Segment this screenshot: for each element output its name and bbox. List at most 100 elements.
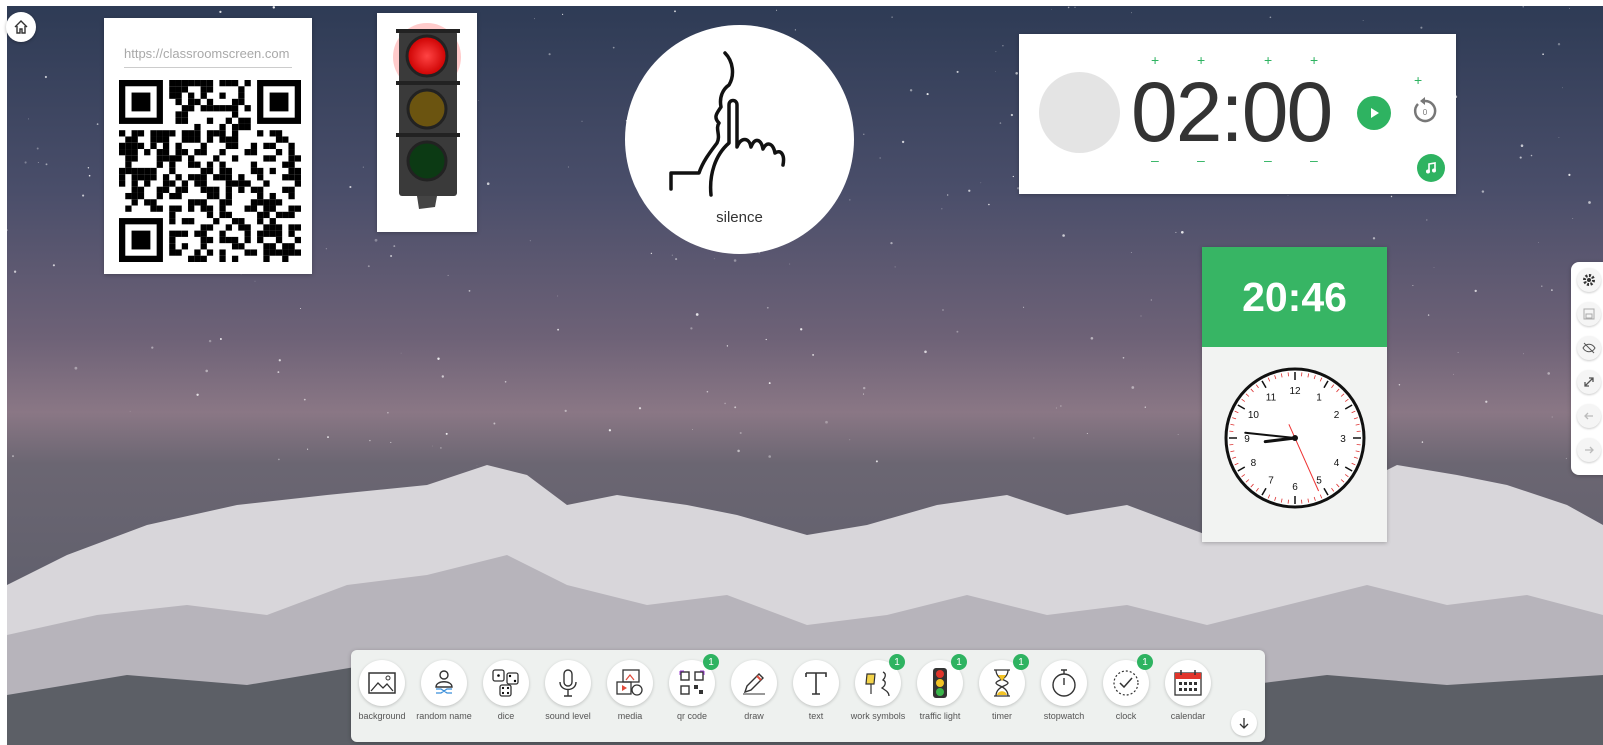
save-button[interactable] [1577, 302, 1601, 326]
star [28, 118, 29, 120]
digital-clock-display: 20:46 [1202, 247, 1387, 347]
tool-stopwatch[interactable]: stopwatch [1033, 660, 1095, 721]
star [440, 447, 442, 449]
clock-number: 6 [1292, 482, 1298, 493]
traffic-light-icon [933, 668, 947, 698]
tool-label: calendar [1170, 711, 1206, 721]
reset-plus[interactable]: + [1414, 72, 1422, 88]
star [45, 163, 48, 166]
star [87, 167, 90, 169]
home-button[interactable] [6, 12, 36, 42]
star [1551, 289, 1553, 291]
star [529, 240, 531, 242]
minutes-ones-minus[interactable]: – [1197, 152, 1205, 168]
star [1520, 144, 1524, 147]
hide-widgets-button[interactable] [1577, 336, 1601, 360]
star [1427, 314, 1430, 316]
tool-traffic-light[interactable]: 1 traffic light [909, 654, 971, 721]
traffic-light-widget[interactable] [377, 13, 477, 232]
tool-text[interactable]: text [785, 660, 847, 721]
tool-sound-level[interactable]: sound level [537, 660, 599, 721]
star [325, 248, 328, 250]
tool-clock[interactable]: 1 clock [1095, 654, 1157, 721]
star [909, 89, 913, 92]
star [776, 9, 778, 11]
star [766, 306, 769, 309]
star [1131, 386, 1135, 389]
star [1033, 437, 1035, 439]
star [557, 295, 559, 297]
star [789, 263, 791, 265]
undo-button[interactable] [1577, 404, 1601, 428]
redo-button[interactable] [1577, 438, 1601, 462]
star [638, 407, 642, 410]
seconds-ones-minus[interactable]: – [1310, 152, 1318, 168]
star [1565, 457, 1567, 460]
star [129, 410, 131, 412]
star [208, 339, 212, 343]
qr-url-field[interactable]: https://classroomscreen.com [124, 46, 292, 68]
star [1562, 87, 1563, 89]
calendar-icon [1174, 670, 1202, 696]
tool-work-symbols[interactable]: 1 work symbols [847, 654, 909, 721]
star [486, 182, 490, 185]
qr-code-widget[interactable]: https://classroomscreen.com [104, 18, 312, 274]
star [1588, 201, 1591, 204]
tool-qr-code[interactable]: 1 qr code [661, 654, 723, 721]
gear-icon [1583, 274, 1595, 286]
star [432, 445, 434, 447]
timer-play-button[interactable] [1357, 96, 1391, 130]
star [1433, 267, 1435, 268]
seconds-tens-minus[interactable]: – [1264, 152, 1272, 168]
star [1572, 218, 1574, 219]
star [82, 194, 85, 197]
collapse-toolbar-button[interactable] [1231, 710, 1257, 736]
arrow-down-icon [1239, 718, 1249, 729]
tool-calendar[interactable]: calendar [1157, 660, 1219, 721]
star [362, 166, 364, 168]
star [956, 70, 959, 73]
star [733, 259, 737, 262]
clock-number: 5 [1316, 476, 1322, 487]
timer-widget[interactable]: + + + + + 02:00 – – – – 0 [1019, 34, 1456, 194]
star [768, 455, 772, 458]
star [44, 75, 47, 79]
tool-media[interactable]: media [599, 660, 661, 721]
star [1557, 42, 1561, 46]
star [988, 203, 990, 206]
star [504, 380, 507, 383]
star [995, 51, 997, 53]
clock-number: 10 [1248, 410, 1260, 421]
star [1558, 136, 1560, 138]
tool-count-badge: 1 [951, 654, 967, 670]
tool-random-name[interactable]: random name [413, 660, 475, 721]
tool-label: clock [1115, 711, 1137, 721]
star [74, 366, 78, 370]
tool-background[interactable]: background [351, 660, 413, 721]
tool-timer[interactable]: 1 timer [971, 654, 1033, 721]
home-icon [14, 20, 28, 34]
star [1122, 356, 1125, 359]
timer-reset-button[interactable]: 0 [1410, 94, 1440, 128]
qr-code-image [119, 80, 301, 262]
media-icon [616, 669, 643, 696]
settings-button[interactable] [1577, 268, 1601, 292]
star [564, 409, 567, 413]
star [1180, 230, 1184, 234]
star [581, 120, 583, 122]
fullscreen-button[interactable] [1577, 370, 1601, 394]
star [890, 241, 893, 245]
star [1457, 352, 1459, 353]
star [369, 439, 371, 442]
star [1140, 315, 1142, 317]
timer-sound-button[interactable] [1417, 154, 1445, 182]
star [1542, 53, 1544, 56]
clock-widget[interactable]: 20:46 12 1 2 3 4 5 6 7 8 9 10 11 [1202, 247, 1387, 542]
minutes-tens-minus[interactable]: – [1151, 152, 1159, 168]
star [1002, 44, 1004, 47]
tool-dice[interactable]: dice [475, 660, 537, 721]
traffic-light-icon [393, 23, 461, 209]
work-symbol-silence[interactable]: silence [625, 25, 854, 254]
tool-draw[interactable]: draw [723, 660, 785, 721]
star [862, 386, 866, 390]
